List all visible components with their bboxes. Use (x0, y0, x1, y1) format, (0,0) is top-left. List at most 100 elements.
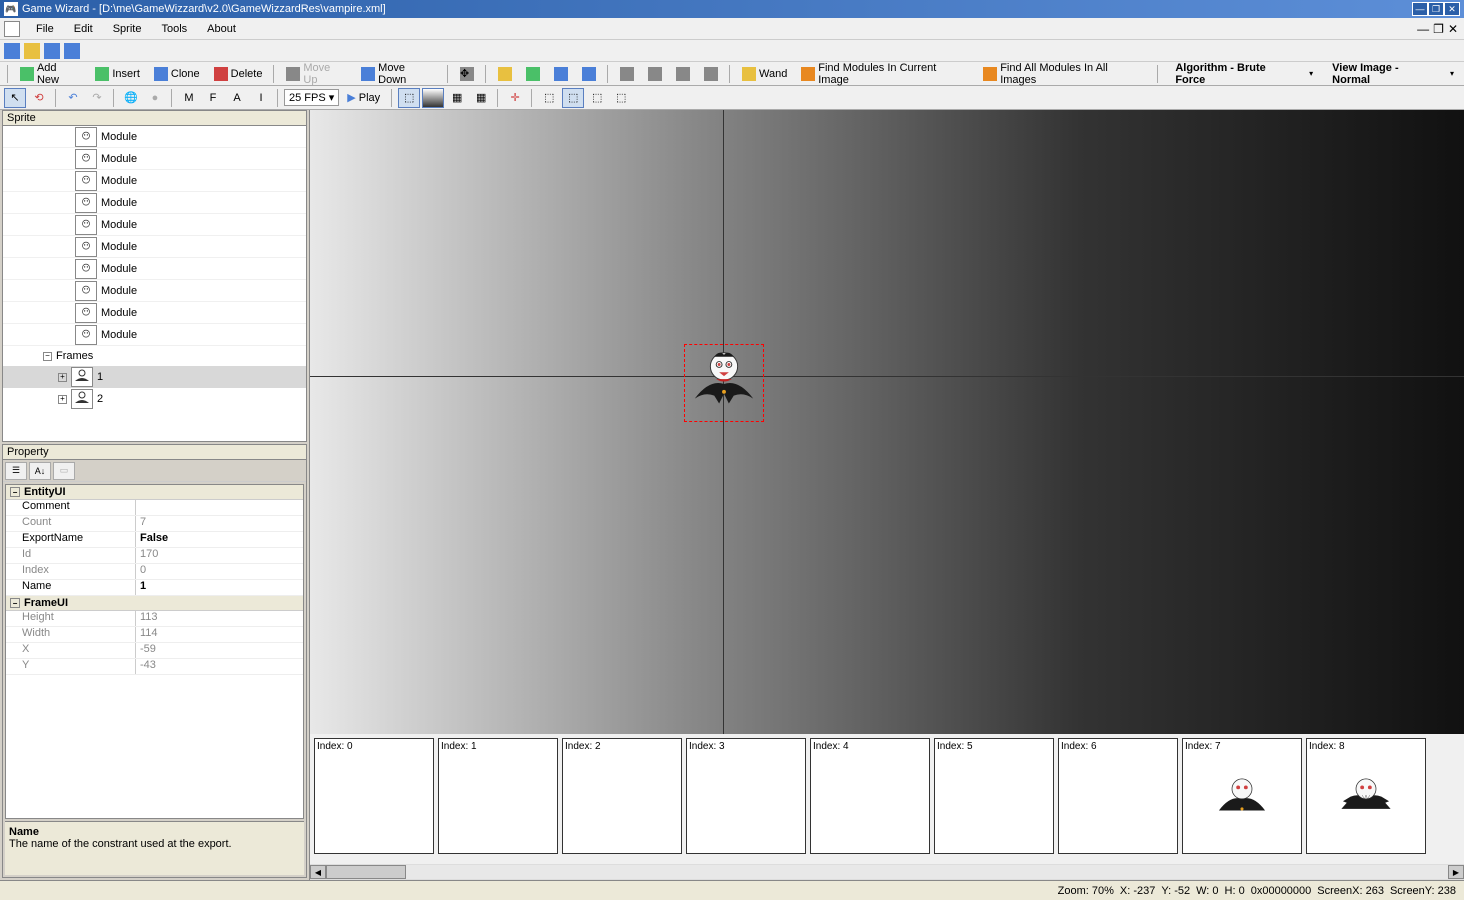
sel-tool-1[interactable]: ⬚ (398, 88, 420, 108)
save-icon[interactable] (44, 43, 60, 59)
module-item[interactable]: Module (3, 280, 306, 302)
mdi-close-icon[interactable]: ✕ (1448, 22, 1458, 36)
delete-button[interactable]: Delete (208, 64, 269, 84)
grid2-button[interactable] (642, 64, 668, 84)
module-item[interactable]: Module (3, 324, 306, 346)
prop-categorized-button[interactable]: ☰ (5, 462, 27, 480)
prop-y[interactable]: Y-43 (6, 659, 303, 675)
move-tool-button[interactable]: ✥ (454, 64, 480, 84)
seltype-2[interactable]: ⬚ (562, 88, 584, 108)
seltype-3[interactable]: ⬚ (586, 88, 608, 108)
menu-edit[interactable]: Edit (64, 20, 103, 38)
scroll-thumb[interactable] (326, 865, 406, 879)
redo-button[interactable]: ↷ (86, 88, 108, 108)
prop-id[interactable]: Id170 (6, 548, 303, 564)
play-button[interactable]: ▶Play (341, 88, 386, 107)
scroll-track[interactable] (326, 865, 1448, 879)
move-down-button[interactable]: Move Down (355, 59, 442, 89)
horizontal-scrollbar[interactable]: ◀ ▶ (310, 864, 1464, 880)
thumb-2[interactable]: Index: 2 (562, 738, 682, 854)
fps-dropdown[interactable]: 25 FPS ▾ (284, 89, 339, 106)
module-item[interactable]: Module (3, 236, 306, 258)
flip-h-button[interactable] (492, 64, 518, 84)
prop-comment[interactable]: Comment (6, 500, 303, 516)
maximize-icon[interactable]: ❐ (1428, 2, 1444, 16)
module-item[interactable]: Module (3, 214, 306, 236)
thumb-4[interactable]: Index: 4 (810, 738, 930, 854)
insert-button[interactable]: Insert (89, 64, 146, 84)
prop-pages-button[interactable]: ▭ (53, 462, 75, 480)
pointer-tool-button[interactable]: ↖ (4, 88, 26, 108)
refresh-button[interactable]: ⟲ (28, 88, 50, 108)
rotate-cw-button[interactable] (576, 64, 602, 84)
prop-exportname[interactable]: ExportNameFalse (6, 532, 303, 548)
prop-alpha-button[interactable]: A↓ (29, 462, 51, 480)
mdi-restore-icon[interactable]: ❐ (1433, 22, 1444, 36)
section-frameui[interactable]: −FrameUI (6, 596, 303, 611)
frame-item-1[interactable]: +1 (3, 366, 306, 388)
property-grid[interactable]: −EntityUI Comment Count7 ExportNameFalse… (5, 484, 304, 819)
view-image-dropdown[interactable]: View Image - Normal (1321, 57, 1460, 91)
saveall-icon[interactable] (64, 43, 80, 59)
rotate-ccw-button[interactable] (548, 64, 574, 84)
globe-button[interactable]: 🌐 (120, 88, 142, 108)
module-item[interactable]: Module (3, 126, 306, 148)
sprite-selection[interactable] (684, 344, 764, 422)
target-button[interactable]: ✛ (504, 88, 526, 108)
clone-button[interactable]: Clone (148, 64, 206, 84)
prop-index[interactable]: Index0 (6, 564, 303, 580)
thumb-1[interactable]: Index: 1 (438, 738, 558, 854)
frames-node[interactable]: −Frames (3, 346, 306, 366)
a-button[interactable]: A (226, 88, 248, 108)
seltype-1[interactable]: ⬚ (538, 88, 560, 108)
prop-width[interactable]: Width114 (6, 627, 303, 643)
grid3-button[interactable] (670, 64, 696, 84)
thumb-6[interactable]: Index: 6 (1058, 738, 1178, 854)
prop-height[interactable]: Height113 (6, 611, 303, 627)
thumb-0[interactable]: Index: 0 (314, 738, 434, 854)
minimize-icon[interactable]: — (1412, 2, 1428, 16)
find-all-button[interactable]: Find All Modules In All Images (977, 59, 1152, 89)
i-button[interactable]: I (250, 88, 272, 108)
menu-sprite[interactable]: Sprite (103, 20, 152, 38)
scroll-right-icon[interactable]: ▶ (1448, 865, 1464, 879)
canvas[interactable] (310, 110, 1464, 734)
thumb-7[interactable]: Index: 7 (1182, 738, 1302, 854)
wand-button[interactable]: Wand (736, 64, 793, 84)
menu-about[interactable]: About (197, 20, 246, 38)
thumb-8[interactable]: Index: 8 (1306, 738, 1426, 854)
undo-button[interactable]: ↶ (62, 88, 84, 108)
prop-count[interactable]: Count7 (6, 516, 303, 532)
thumb-3[interactable]: Index: 3 (686, 738, 806, 854)
disc-button[interactable]: ● (144, 88, 166, 108)
add-new-button[interactable]: Add New (14, 59, 87, 89)
grid1-button[interactable] (614, 64, 640, 84)
m-button[interactable]: M (178, 88, 200, 108)
module-item[interactable]: Module (3, 258, 306, 280)
frame-item-2[interactable]: +2 (3, 388, 306, 410)
find-current-button[interactable]: Find Modules In Current Image (795, 59, 975, 89)
mdi-minimize-icon[interactable]: — (1417, 22, 1429, 36)
menu-tools[interactable]: Tools (151, 20, 197, 38)
module-item[interactable]: Module (3, 170, 306, 192)
module-item[interactable]: Module (3, 302, 306, 324)
sel-tool-2[interactable] (422, 88, 444, 108)
prop-name[interactable]: Name1 (6, 580, 303, 596)
sprite-tree[interactable]: Module Module Module Module Module Modul… (3, 126, 306, 441)
section-entityui[interactable]: −EntityUI (6, 485, 303, 500)
grid4-button[interactable] (698, 64, 724, 84)
menu-file[interactable]: File (26, 20, 64, 38)
module-item[interactable]: Module (3, 192, 306, 214)
scroll-left-icon[interactable]: ◀ (310, 865, 326, 879)
algorithm-dropdown[interactable]: Algorithm - Brute Force (1164, 57, 1319, 91)
seltype-4[interactable]: ⬚ (610, 88, 632, 108)
open-icon[interactable] (24, 43, 40, 59)
grid-large-button[interactable]: ▦ (470, 88, 492, 108)
thumb-5[interactable]: Index: 5 (934, 738, 1054, 854)
new-icon[interactable] (4, 43, 20, 59)
module-item[interactable]: Module (3, 148, 306, 170)
flip-v-button[interactable] (520, 64, 546, 84)
grid-small-button[interactable]: ▦ (446, 88, 468, 108)
close-icon[interactable]: ✕ (1444, 2, 1460, 16)
move-up-button[interactable]: Move Up (280, 59, 353, 89)
